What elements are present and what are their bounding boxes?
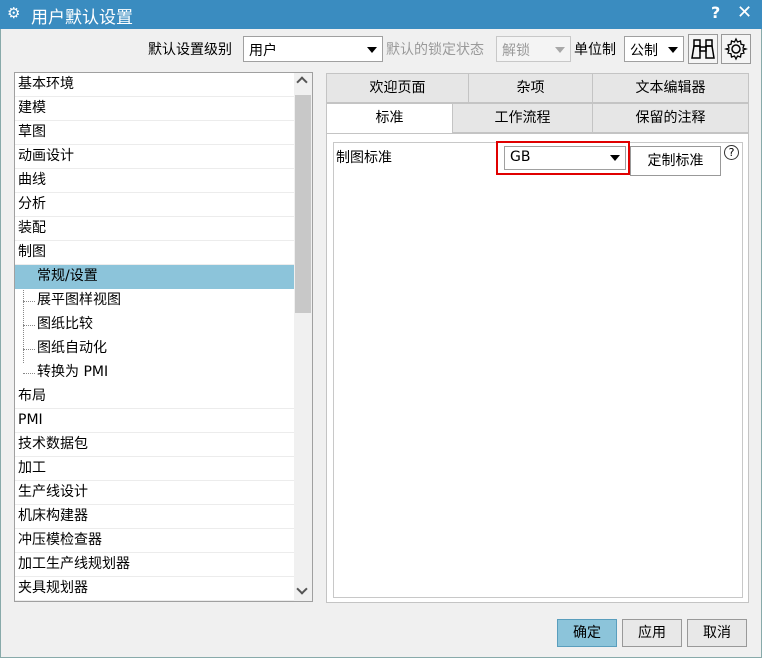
question-icon[interactable]: ? bbox=[724, 145, 739, 160]
tab-misc[interactable]: 杂项 bbox=[468, 73, 593, 103]
level-select[interactable]: 用户 bbox=[243, 36, 383, 62]
tree-item-drawing-compare[interactable]: 图纸比较 bbox=[15, 313, 294, 337]
tree-item-machining-line-planner[interactable]: 加工生产线规划器 bbox=[15, 553, 294, 577]
find-button[interactable] bbox=[688, 34, 718, 64]
lock-select[interactable]: 解锁 bbox=[496, 36, 571, 62]
tab-panel-standard: 制图标准 GB 定制标准 ? bbox=[326, 133, 749, 603]
scroll-down-icon[interactable] bbox=[296, 583, 308, 595]
tree-item-pmi[interactable]: PMI bbox=[15, 409, 294, 433]
tab-retained-annotations[interactable]: 保留的注释 bbox=[592, 103, 749, 133]
title-bar: ⚙ 用户默认设置 ? ✕ bbox=[0, 0, 762, 29]
level-value: 用户 bbox=[249, 43, 277, 59]
chevron-down-icon bbox=[610, 155, 620, 161]
chevron-down-icon bbox=[367, 47, 377, 53]
tree-item-basic-environment[interactable]: 基本环境 bbox=[15, 73, 294, 97]
drafting-standard-value: GB bbox=[510, 149, 531, 165]
tab-standard[interactable]: 标准 bbox=[326, 103, 453, 135]
tree-item-die-inspector[interactable]: 冲压模检查器 bbox=[15, 529, 294, 553]
lock-label: 默认的锁定状态 bbox=[386, 42, 484, 58]
customize-standard-button[interactable]: 定制标准 bbox=[630, 146, 721, 176]
window-title: 用户默认设置 bbox=[31, 8, 133, 28]
cancel-button[interactable]: 取消 bbox=[687, 619, 747, 647]
tab-workflow[interactable]: 工作流程 bbox=[452, 103, 593, 133]
tree-item-convert-to-pmi[interactable]: 转换为 PMI bbox=[15, 361, 294, 385]
drafting-standard-select[interactable]: GB bbox=[504, 146, 626, 170]
tree-item-curve[interactable]: 曲线 bbox=[15, 169, 294, 193]
tab-text-editor[interactable]: 文本编辑器 bbox=[592, 73, 749, 103]
tree-item-fixture-planner[interactable]: 夹具规划器 bbox=[15, 577, 294, 601]
close-button[interactable]: ✕ bbox=[737, 2, 752, 23]
chevron-down-icon bbox=[668, 47, 678, 53]
tree-item-modeling[interactable]: 建模 bbox=[15, 97, 294, 121]
tree-item-layout[interactable]: 布局 bbox=[15, 385, 294, 409]
binoculars-icon bbox=[691, 39, 715, 59]
tab-welcome-page[interactable]: 欢迎页面 bbox=[326, 73, 469, 103]
settings-button[interactable] bbox=[721, 34, 751, 64]
tree-item-drafting[interactable]: 制图 bbox=[15, 241, 294, 265]
scroll-up-icon[interactable] bbox=[296, 76, 308, 88]
tree-item-machining[interactable]: 加工 bbox=[15, 457, 294, 481]
tree-scrollbar[interactable] bbox=[294, 73, 312, 601]
drafting-standard-label: 制图标准 bbox=[336, 150, 392, 166]
category-tree[interactable]: 基本环境 建模 草图 动画设计 曲线 分析 装配 制图 常规/设置 展平图样视图… bbox=[14, 72, 313, 602]
tree-item-assembly[interactable]: 装配 bbox=[15, 217, 294, 241]
tree-item-technical-data-package[interactable]: 技术数据包 bbox=[15, 433, 294, 457]
standard-group: 制图标准 GB 定制标准 ? bbox=[333, 141, 743, 598]
tree-item-analysis[interactable]: 分析 bbox=[15, 193, 294, 217]
tree-item-machine-builder[interactable]: 机床构建器 bbox=[15, 505, 294, 529]
ok-button[interactable]: 确定 bbox=[557, 619, 617, 647]
scroll-thumb[interactable] bbox=[295, 95, 311, 313]
tree-item-sketch[interactable]: 草图 bbox=[15, 121, 294, 145]
tree-item-drawing-automation[interactable]: 图纸自动化 bbox=[15, 337, 294, 361]
gear-icon bbox=[724, 37, 748, 61]
gear-icon: ⚙ bbox=[7, 4, 21, 22]
help-button[interactable]: ? bbox=[711, 3, 720, 22]
unit-value: 公制 bbox=[630, 43, 658, 59]
dialog-body: 默认设置级别 用户 默认的锁定状态 解锁 单位制 公制 基本环境 建模 草图 动… bbox=[0, 29, 762, 658]
chevron-down-icon bbox=[555, 47, 565, 53]
tree-item-line-design[interactable]: 生产线设计 bbox=[15, 481, 294, 505]
tree-item-general-settings[interactable]: 常规/设置 bbox=[15, 265, 294, 289]
lock-value: 解锁 bbox=[502, 43, 530, 59]
apply-button[interactable]: 应用 bbox=[622, 619, 682, 647]
unit-label: 单位制 bbox=[574, 42, 616, 58]
level-label: 默认设置级别 bbox=[148, 42, 232, 58]
unit-select[interactable]: 公制 bbox=[624, 36, 684, 62]
tree-item-animation-design[interactable]: 动画设计 bbox=[15, 145, 294, 169]
tree-item-flat-pattern-view[interactable]: 展平图样视图 bbox=[15, 289, 294, 313]
